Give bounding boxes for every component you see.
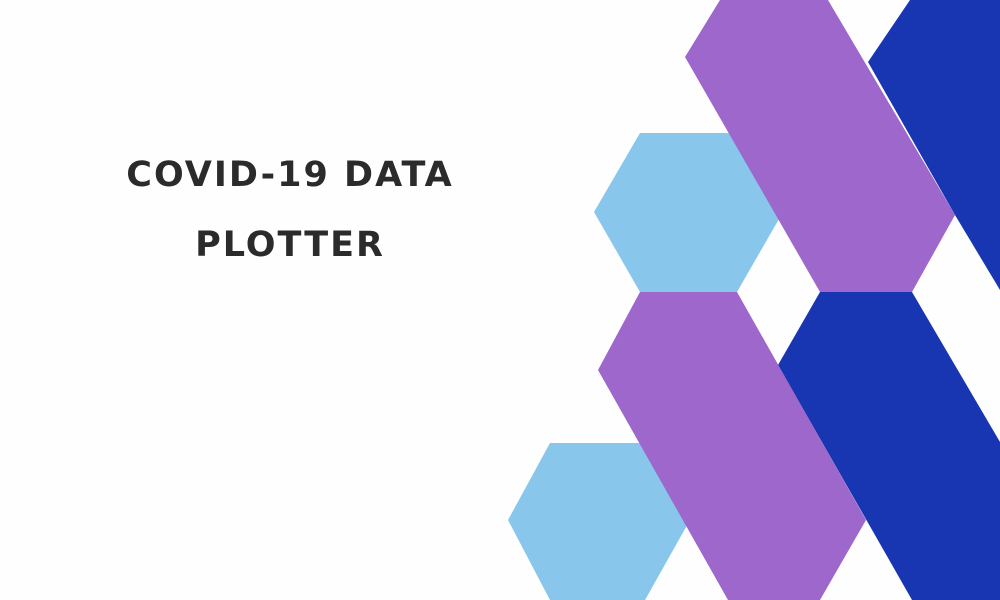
slide-canvas: COVID-19 DATA PLOTTER <box>0 0 1000 600</box>
geometric-decoration <box>508 0 1000 600</box>
